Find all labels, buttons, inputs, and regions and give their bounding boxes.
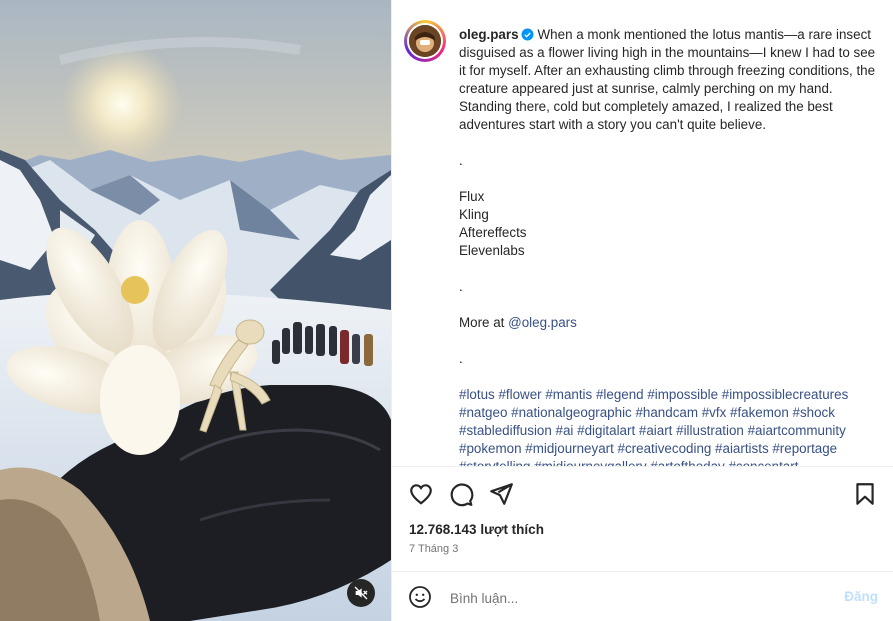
post-comment-button[interactable]: Đăng [844, 589, 878, 604]
mute-toggle-button[interactable] [347, 579, 375, 607]
comment-input[interactable] [448, 586, 812, 610]
likes-count[interactable]: 12.768.143 lượt thích [409, 522, 544, 537]
post-caption: oleg.pars When a monk mentioned the lotus… [459, 26, 879, 466]
caption-dot: . [459, 153, 463, 168]
verified-badge-icon [521, 28, 534, 41]
tool-item: Elevenlabs [459, 243, 525, 258]
username-link[interactable]: oleg.pars [459, 27, 519, 42]
bookmark-icon[interactable] [852, 481, 878, 507]
post-details-panel: oleg.pars When a monk mentioned the lotus… [391, 0, 893, 621]
comment-icon[interactable] [448, 481, 474, 507]
share-icon[interactable] [488, 481, 514, 507]
avatar[interactable] [409, 25, 441, 57]
muted-speaker-icon [354, 586, 368, 600]
divider [392, 466, 893, 467]
tool-item: Flux [459, 189, 485, 204]
emoji-icon[interactable] [408, 585, 432, 609]
more-at-label: More at [459, 315, 505, 330]
post-date[interactable]: 7 Tháng 3 [409, 543, 458, 555]
tool-item: Aftereffects [459, 225, 527, 240]
post-media-video[interactable] [0, 0, 391, 621]
comment-form: Đăng [392, 572, 893, 621]
hashtag-list[interactable]: #lotus #flower #mantis #legend #impossib… [459, 386, 879, 466]
action-bar [408, 481, 514, 507]
tool-item: Kling [459, 207, 489, 222]
post-media-image [0, 0, 391, 621]
profile-mention-link[interactable]: @oleg.pars [508, 315, 577, 330]
caption-dot: . [459, 351, 463, 366]
caption-dot: . [459, 279, 463, 294]
heart-icon[interactable] [408, 481, 434, 507]
story-ring[interactable] [404, 20, 446, 62]
caption-intro: When a monk mentioned the lotus mantis—a… [459, 27, 876, 132]
